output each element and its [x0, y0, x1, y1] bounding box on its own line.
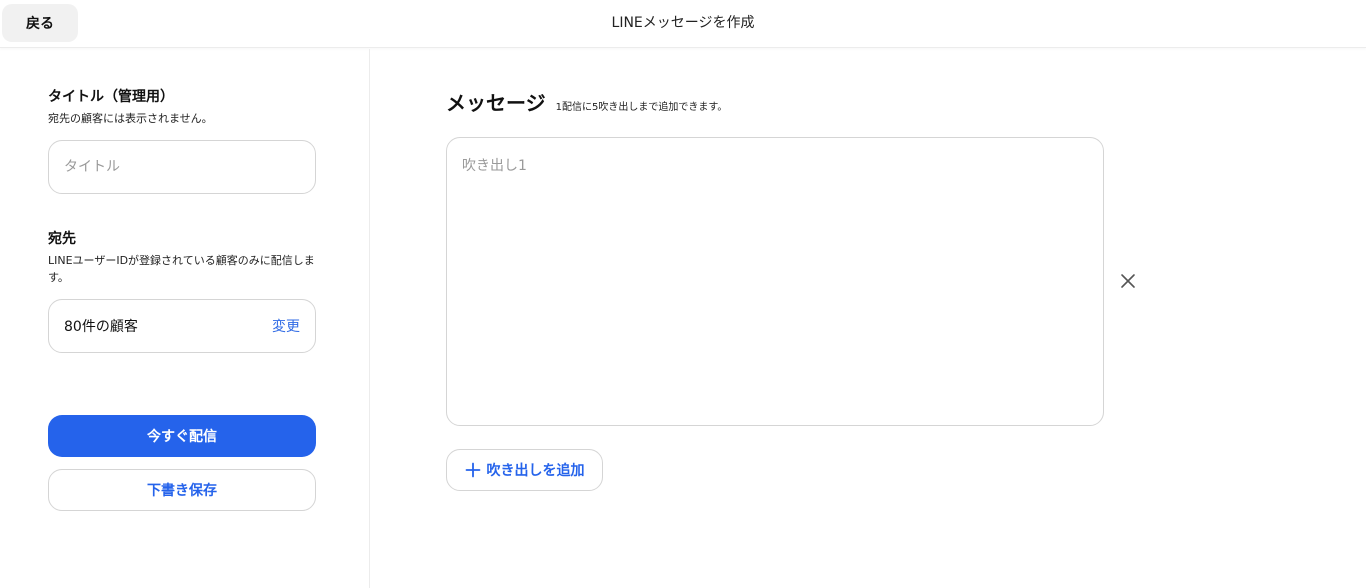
close-icon[interactable]: [1119, 272, 1137, 290]
title-section-description: 宛先の顧客には表示されません。: [48, 112, 213, 125]
recipient-field: 80件の顧客 変更: [48, 299, 316, 353]
message-heading: メッセージ: [446, 91, 546, 115]
back-button[interactable]: 戻る: [2, 4, 78, 42]
top-bar: LINEメッセージを作成 戻る: [0, 0, 1366, 48]
bubble-textarea[interactable]: [447, 138, 1103, 425]
save-draft-button[interactable]: 下書き保存: [48, 469, 316, 511]
title-input[interactable]: [49, 141, 315, 193]
title-section-heading: タイトル（管理用）: [48, 89, 174, 105]
close-icon-glyph: [1121, 274, 1135, 288]
change-recipients-link[interactable]: 変更: [272, 300, 300, 352]
recipient-count: 80件の顧客: [64, 319, 138, 335]
message-heading-row: メッセージ 1配信に5吹き出しまで追加できます。: [446, 87, 727, 116]
add-bubble-label: 吹き出しを追加: [486, 463, 585, 479]
title-field: [48, 140, 316, 194]
recipient-section-description: LINEユーザーIDが登録されている顧客のみに配信します。: [48, 254, 315, 284]
recipient-section-heading: 宛先: [48, 231, 76, 247]
add-bubble-button[interactable]: 吹き出しを追加: [446, 449, 603, 491]
message-limit-note: 1配信に5吹き出しまで追加できます。: [555, 102, 728, 113]
page-title: LINEメッセージを作成: [611, 15, 755, 31]
message-bubble: [446, 137, 1104, 426]
settings-sidebar: タイトル（管理用） 宛先の顧客には表示されません。 宛先 LINEユーザーIDが…: [0, 49, 370, 588]
plus-icon: [465, 462, 481, 478]
send-now-button[interactable]: 今すぐ配信: [48, 415, 316, 457]
